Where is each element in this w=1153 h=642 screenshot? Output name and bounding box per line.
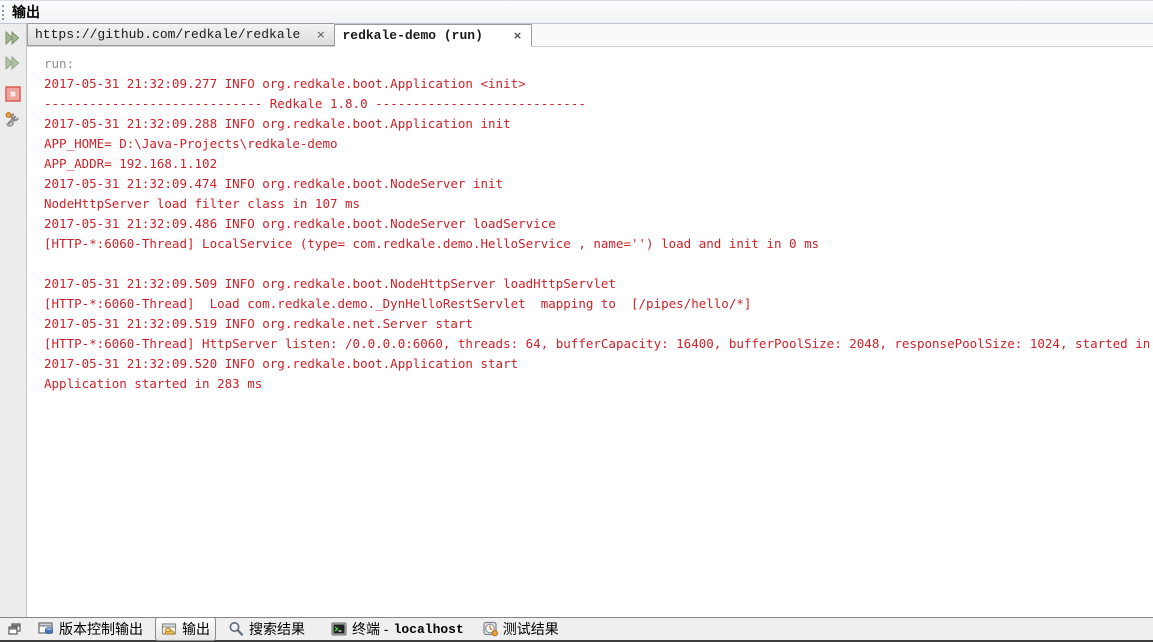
- window-title: 输出: [12, 2, 40, 22]
- close-icon[interactable]: ×: [314, 29, 327, 40]
- vcs-output-button[interactable]: 版本控制输出: [32, 617, 149, 641]
- terminal-icon: [331, 621, 347, 637]
- rerun-icon: [5, 30, 21, 46]
- tab-label: redkale-demo (run): [342, 28, 482, 43]
- console-line: 2017-05-31 21:32:09.288 INFO org.redkale…: [44, 114, 1149, 134]
- console-line: NodeHttpServer load filter class in 107 …: [44, 194, 1149, 214]
- search-results-label: 搜索结果: [249, 619, 305, 639]
- console-line: APP_ADDR= 192.168.1.102: [44, 154, 1149, 174]
- search-results-button[interactable]: 搜索结果: [222, 617, 311, 641]
- close-icon[interactable]: ×: [511, 30, 524, 41]
- console-output[interactable]: run:2017-05-31 21:32:09.277 INFO org.red…: [27, 47, 1153, 617]
- console-line: 2017-05-31 21:32:09.520 INFO org.redkale…: [44, 354, 1149, 374]
- console-line: 2017-05-31 21:32:09.277 INFO org.redkale…: [44, 74, 1149, 94]
- output-window-icon: [161, 621, 177, 637]
- output-tab-button[interactable]: 输出: [155, 617, 216, 641]
- build-settings-button[interactable]: [2, 108, 24, 130]
- test-results-label: 测试结果: [503, 619, 559, 639]
- console-line: 2017-05-31 21:32:09.509 INFO org.redkale…: [44, 274, 1149, 294]
- console-line: 2017-05-31 21:32:09.486 INFO org.redkale…: [44, 214, 1149, 234]
- vcs-output-label: 版本控制输出: [59, 619, 143, 639]
- window-group-bar: 版本控制输出 输出 搜索结果: [0, 617, 1153, 642]
- console-line: Application started in 283 ms: [44, 374, 1149, 394]
- terminal-label: 终端 -: [352, 619, 389, 639]
- tab-label: https://github.com/redkale/redkale: [35, 27, 300, 42]
- search-icon: [228, 621, 244, 637]
- tab-github-redkale[interactable]: https://github.com/redkale/redkale ×: [27, 23, 334, 46]
- console-line: APP_HOME= D:\Java-Projects\redkale-demo: [44, 134, 1149, 154]
- output-tab-label: 输出: [182, 619, 210, 639]
- stop-button[interactable]: [2, 83, 24, 105]
- console-line: ----------------------------- Redkale 1.…: [44, 94, 1149, 114]
- rerun-alt-icon: [5, 55, 21, 71]
- terminal-host-label: localhost: [394, 622, 464, 637]
- console-line: [44, 254, 1149, 274]
- console-line: run:: [44, 54, 1149, 74]
- restore-window-icon: [8, 622, 22, 636]
- terminal-button[interactable]: 终端 - localhost: [325, 617, 470, 641]
- rerun-with-params-button[interactable]: [2, 52, 24, 74]
- output-tabbar: https://github.com/redkale/redkale × red…: [27, 24, 1153, 47]
- console-line: [HTTP-*:6060-Thread] LocalService (type=…: [44, 234, 1149, 254]
- vcs-output-icon: [38, 621, 54, 637]
- build-settings-icon: [5, 111, 21, 127]
- rerun-button[interactable]: [2, 27, 24, 49]
- tab-redkale-demo-run[interactable]: redkale-demo (run) ×: [334, 24, 532, 47]
- test-results-icon: [482, 621, 498, 637]
- drag-handle[interactable]: [2, 5, 6, 20]
- titlebar: 输出: [0, 1, 1153, 24]
- test-results-button[interactable]: 测试结果: [476, 617, 565, 641]
- console-line: [HTTP-*:6060-Thread] Load com.redkale.de…: [44, 294, 1149, 314]
- output-window: 输出: [0, 0, 1153, 642]
- console-line: [HTTP-*:6060-Thread] HttpServer listen: …: [44, 334, 1149, 354]
- output-toolbar: [0, 24, 27, 617]
- restore-group-button[interactable]: [4, 620, 26, 638]
- stop-icon: [5, 86, 21, 102]
- console-line: 2017-05-31 21:32:09.519 INFO org.redkale…: [44, 314, 1149, 334]
- console-line: 2017-05-31 21:32:09.474 INFO org.redkale…: [44, 174, 1149, 194]
